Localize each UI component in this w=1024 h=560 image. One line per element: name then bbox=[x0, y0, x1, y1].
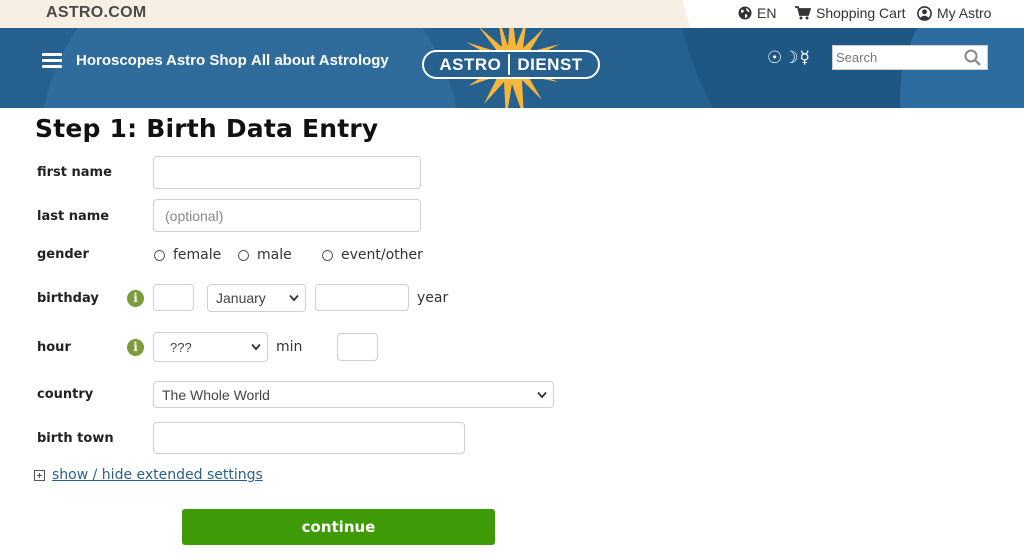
minute-input[interactable] bbox=[337, 333, 378, 361]
gender-label: gender bbox=[37, 247, 89, 262]
birth-town-input[interactable] bbox=[153, 422, 465, 454]
country-label: country bbox=[37, 387, 94, 402]
language-label: EN bbox=[757, 5, 777, 21]
radio-button[interactable] bbox=[154, 249, 165, 261]
shopping-cart-label: Shopping Cart bbox=[816, 5, 906, 21]
radio-button[interactable] bbox=[322, 249, 333, 261]
astrodienst-logo[interactable]: ASTRO DIENST bbox=[420, 28, 602, 108]
last-name-label: last name bbox=[37, 209, 110, 224]
nav-astro-shop[interactable]: Astro Shop bbox=[166, 52, 247, 69]
chevron-down-icon bbox=[537, 391, 547, 398]
country-select[interactable]: The Whole World bbox=[153, 381, 554, 408]
chevron-down-icon bbox=[289, 294, 299, 302]
year-label: year bbox=[417, 290, 449, 306]
logo-text: ASTRO DIENST bbox=[422, 50, 600, 79]
continue-button[interactable]: continue bbox=[182, 509, 495, 545]
my-astro-label: My Astro bbox=[937, 5, 992, 21]
gender-other-radio[interactable]: event/other bbox=[322, 247, 423, 263]
first-name-label: first name bbox=[37, 165, 112, 180]
nav-about-astrology[interactable]: All about Astrology bbox=[251, 52, 389, 69]
gender-female-radio[interactable]: female bbox=[154, 247, 221, 263]
last-name-input[interactable] bbox=[153, 199, 421, 232]
extended-settings-link[interactable]: show / hide extended settings bbox=[52, 467, 263, 483]
logo-text-right: DIENST bbox=[517, 54, 583, 74]
chevron-down-icon bbox=[251, 343, 261, 351]
top-utility-bar: ASTRO.COM EN Shopping Cart My Astro bbox=[0, 0, 1024, 28]
radio-button[interactable] bbox=[238, 249, 249, 261]
birthday-day-input[interactable] bbox=[153, 284, 194, 311]
hamburger-menu-icon[interactable] bbox=[42, 53, 62, 69]
expand-icon bbox=[34, 469, 45, 481]
hour-select[interactable]: ??? bbox=[153, 332, 268, 362]
extended-settings-toggle[interactable]: show / hide extended settings bbox=[34, 467, 263, 483]
birthday-info-icon[interactable]: i bbox=[127, 290, 144, 307]
gender-male-label: male bbox=[257, 247, 292, 263]
search-box bbox=[832, 45, 988, 70]
hour-info-icon[interactable]: i bbox=[127, 339, 144, 356]
search-icon[interactable] bbox=[964, 49, 981, 66]
birthday-year-input[interactable] bbox=[315, 284, 409, 311]
planet-symbols[interactable]: ☉☽☿ bbox=[767, 48, 811, 68]
birthday-month-value: January bbox=[216, 290, 266, 306]
language-selector[interactable]: EN bbox=[738, 5, 776, 21]
gender-male-radio[interactable]: male bbox=[238, 247, 292, 263]
search-input[interactable] bbox=[833, 46, 957, 69]
birth-town-label: birth town bbox=[37, 431, 114, 446]
cart-icon bbox=[795, 6, 811, 20]
user-icon bbox=[917, 5, 932, 21]
shopping-cart-link[interactable]: Shopping Cart bbox=[795, 5, 906, 21]
min-label: min bbox=[276, 339, 303, 355]
country-value: The Whole World bbox=[162, 386, 270, 403]
logo-text-left: ASTRO bbox=[439, 54, 502, 74]
main-header: Horoscopes Astro Shop All about Astrolog… bbox=[0, 28, 1024, 108]
brand-name[interactable]: ASTRO.COM bbox=[46, 4, 146, 22]
globe-icon bbox=[738, 6, 752, 20]
page-title: Step 1: Birth Data Entry bbox=[35, 114, 379, 143]
nav-horoscopes[interactable]: Horoscopes bbox=[76, 52, 163, 69]
gender-female-label: female bbox=[173, 247, 222, 263]
hour-label: hour bbox=[37, 340, 71, 355]
my-astro-link[interactable]: My Astro bbox=[917, 5, 991, 21]
hour-value: ??? bbox=[170, 339, 192, 355]
first-name-input[interactable] bbox=[153, 156, 421, 189]
birthday-label: birthday bbox=[37, 291, 99, 306]
birthday-month-select[interactable]: January bbox=[207, 284, 306, 312]
gender-other-label: event/other bbox=[341, 247, 423, 263]
